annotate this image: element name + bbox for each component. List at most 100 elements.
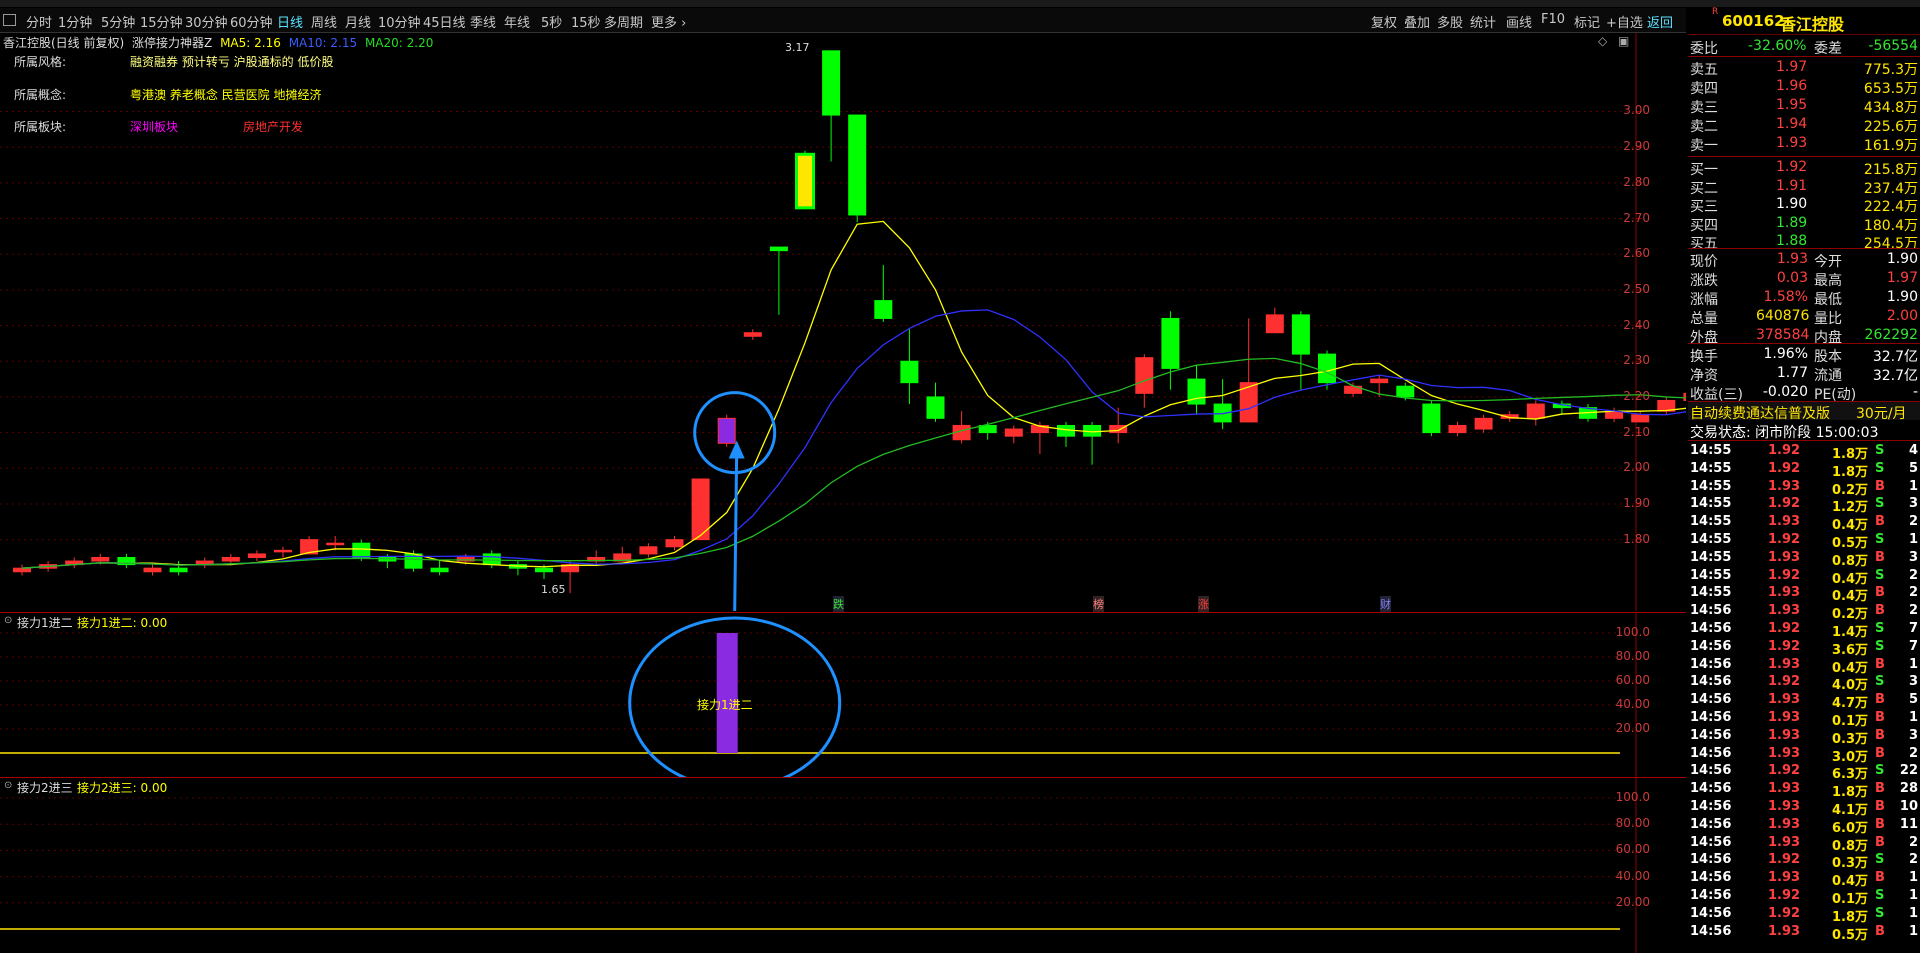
tick-time: 14:55 — [1690, 585, 1732, 601]
tool-7[interactable]: +自选 — [1606, 12, 1643, 31]
collapse-icon[interactable]: ⊙ — [4, 615, 12, 626]
tick-row: 14:56 1.93 1.8万 B 28 — [1688, 780, 1920, 800]
promo-row[interactable]: 自动续费通达信普及版 30元/月 — [1688, 402, 1920, 423]
tool-6[interactable]: 标记 — [1574, 12, 1600, 31]
price-tick: 2.70 — [1623, 210, 1650, 225]
period-0[interactable]: 分时 — [26, 12, 52, 31]
tick-price: 1.93 — [1768, 834, 1801, 850]
tick-price: 1.93 — [1768, 514, 1801, 530]
sector-label: 所属板块: — [14, 120, 67, 134]
period-5[interactable]: 60分钟 — [230, 12, 273, 31]
relay-1-to-2-pane[interactable]: ⊙ 接力1进二 接力1进二: 0.00 接力1进二 100.0 80.00 60.0… — [0, 612, 1686, 777]
stat-value: 1.97 — [1886, 270, 1918, 286]
stat-value: 1.90 — [1886, 251, 1918, 267]
ask-volume: 653.5万 — [1863, 81, 1918, 97]
sub-tick: 80.00 — [1615, 816, 1650, 831]
period-6[interactable]: 日线 — [277, 12, 303, 31]
tick-count: 1 — [1908, 710, 1918, 725]
diamond-icon[interactable]: ◇ — [1598, 34, 1607, 48]
price-tick: 2.50 — [1623, 281, 1650, 296]
tick-price: 1.93 — [1768, 710, 1801, 725]
candle — [926, 382, 945, 422]
tick-volume: 0.5万 — [1831, 927, 1868, 943]
chart-header: 香江控股(日线 前复权) 涨停接力神器Z MA5: 2.16 MA10: 2.1… — [3, 34, 433, 51]
price-tick: 2.20 — [1623, 388, 1650, 403]
period-4[interactable]: 30分钟 — [185, 12, 228, 31]
sector-value-region[interactable]: 深圳板块 — [130, 118, 178, 135]
stat-row: 外盘 378584 内盘 262292 — [1688, 326, 1920, 346]
tick-count: 1 — [1908, 656, 1918, 672]
maximize-icon[interactable]: ▣ — [1618, 34, 1629, 48]
collapse-icon[interactable]: ⊙ — [4, 780, 12, 791]
period-15[interactable]: 多周期 — [604, 12, 643, 31]
main-kline-chart[interactable]: 香江控股(日线 前复权) 涨停接力神器Z MA5: 2.16 MA10: 2.1… — [0, 33, 1686, 612]
stat2-row: 净资 1.77 流通 32.7亿 — [1688, 364, 1920, 384]
stat-value: 2.00 — [1886, 308, 1918, 324]
period-14[interactable]: 15秒 — [571, 12, 601, 31]
candle — [508, 561, 527, 576]
event-marker-bang[interactable]: 榜 — [1093, 596, 1104, 612]
tool-4[interactable]: 画线 — [1506, 12, 1532, 31]
period-11[interactable]: 季线 — [470, 12, 496, 31]
sector-value-industry[interactable]: 房地产开发 — [243, 118, 303, 135]
tick-side: B — [1875, 781, 1885, 797]
period-16[interactable]: 更多 › — [651, 12, 686, 31]
ask-row: 卖五 1.97 775.3万 — [1688, 58, 1920, 78]
tick-side: B — [1875, 745, 1885, 761]
period-10[interactable]: 45日线 — [423, 12, 466, 31]
tool-3[interactable]: 统计 — [1470, 12, 1496, 31]
relay-2-to-3-pane[interactable]: ⊙ 接力2进三 接力2进三: 0.00 100.0 80.00 60.00 40.00… — [0, 777, 1686, 953]
promo-text[interactable]: 自动续费通达信普及版 — [1690, 403, 1830, 423]
indicator-name[interactable]: 涨停接力神器Z — [132, 36, 212, 50]
promo-price[interactable]: 30元/月 — [1856, 403, 1907, 423]
candle — [874, 264, 893, 322]
tick-count: 7 — [1908, 621, 1918, 636]
stock-code: 600162 — [1722, 12, 1785, 30]
tool-2[interactable]: 多股 — [1437, 12, 1463, 31]
tick-count: 11 — [1899, 816, 1918, 832]
window-toggle-icon[interactable] — [3, 14, 16, 26]
period-13[interactable]: 5秒 — [541, 12, 562, 31]
period-7[interactable]: 周线 — [311, 12, 337, 31]
tick-side: S — [1875, 460, 1885, 476]
period-8[interactable]: 月线 — [345, 12, 371, 31]
candle — [1213, 379, 1232, 430]
period-1[interactable]: 1分钟 — [58, 12, 92, 31]
ma20-label: MA20: 2.20 — [364, 36, 434, 50]
candle — [1657, 396, 1676, 415]
tick-time: 14:56 — [1690, 923, 1732, 939]
price-tick: 2.60 — [1623, 246, 1650, 261]
tick-row: 14:56 1.93 0.3万 B 3 — [1688, 727, 1920, 747]
bid-row: 买一 1.92 215.8万 — [1688, 158, 1920, 178]
bid-price: 1.91 — [1776, 177, 1808, 194]
ask-volume: 775.3万 — [1863, 62, 1918, 78]
period-12[interactable]: 年线 — [504, 12, 530, 31]
tick-side: B — [1875, 656, 1885, 672]
tick-row: 14:56 1.93 4.7万 B 5 — [1688, 691, 1920, 711]
stat-value: 1.96% — [1763, 346, 1808, 362]
candle — [952, 411, 971, 444]
style-value: 融资融券 预计转亏 沪股通标的 低价股 — [130, 55, 334, 69]
tool-5[interactable]: F10 — [1541, 12, 1565, 27]
event-marker-cai[interactable]: 财 — [1380, 596, 1391, 612]
sub-tick: 20.00 — [1615, 721, 1650, 735]
stat-label: 今开 — [1814, 254, 1842, 270]
tool-0[interactable]: 复权 — [1371, 12, 1397, 31]
stat-label: 流通 — [1814, 368, 1842, 384]
event-marker-die[interactable]: 跌 — [833, 596, 844, 612]
tick-count: 7 — [1908, 638, 1918, 654]
tick-price: 1.92 — [1768, 638, 1801, 654]
tick-row: 14:56 1.93 3.0万 B 2 — [1688, 745, 1920, 765]
ma10-label: MA10: 2.15 — [288, 36, 358, 50]
period-9[interactable]: 10分钟 — [378, 12, 421, 31]
tool-1[interactable]: 叠加 — [1404, 12, 1430, 31]
tick-time: 14:56 — [1690, 727, 1732, 743]
tick-time: 14:55 — [1690, 460, 1732, 476]
candle — [1291, 311, 1310, 390]
sub-tick: 60.00 — [1615, 842, 1650, 857]
period-2[interactable]: 5分钟 — [101, 12, 135, 31]
period-3[interactable]: 15分钟 — [140, 12, 183, 31]
tool-8[interactable]: 返回 — [1647, 12, 1673, 31]
ask-price: 1.95 — [1776, 97, 1808, 113]
event-marker-zhang[interactable]: 涨 — [1198, 596, 1209, 612]
